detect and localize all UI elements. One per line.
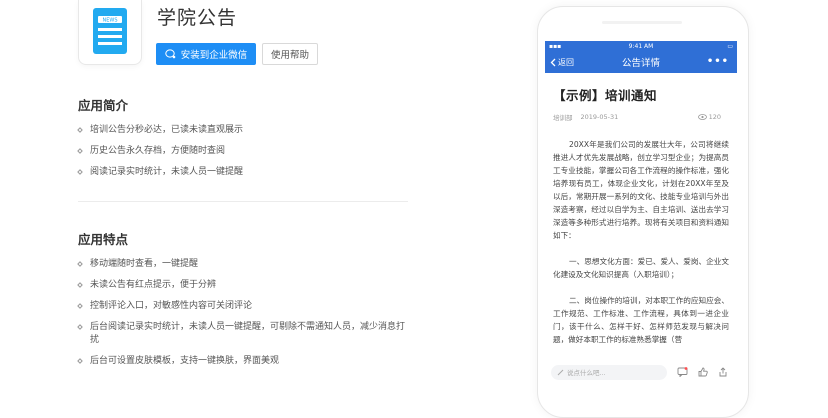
share-icon[interactable]: [718, 367, 728, 377]
back-button[interactable]: 返回: [545, 57, 574, 68]
diamond-bullet-icon: [77, 358, 83, 364]
install-button-label: 安装到企业微信: [180, 50, 248, 61]
section-divider: [78, 201, 408, 202]
diamond-bullet-icon: [77, 169, 83, 175]
article-dept: 培训部: [553, 114, 573, 122]
intro-list: 培训公告分秒必达，已读未读直观展示 历史公告永久存档，方便随时查阅 阅读记录实时…: [77, 124, 408, 187]
article-paragraph: 二、岗位操作的培训，对本职工作的应知应会、工作规范、工作标准、工作流程，具体到一…: [553, 296, 729, 344]
comment-input[interactable]: 说点什么吧...: [551, 364, 667, 380]
article-title: 【示例】培训通知: [553, 88, 658, 103]
comment-placeholder: 说点什么吧...: [567, 369, 606, 377]
pencil-icon: [557, 369, 564, 375]
list-item: 控制评论入口，对敏感性内容可关闭评论: [77, 300, 408, 313]
diamond-bullet-icon: [77, 303, 83, 309]
list-item: 历史公告永久存档，方便随时查阅: [77, 145, 408, 158]
eye-icon: [697, 114, 707, 120]
help-button[interactable]: 使用帮助: [262, 43, 318, 65]
wecom-chat-icon: [165, 49, 176, 59]
list-item: 未读公告有红点提示，便于分辨: [77, 279, 408, 292]
comment-icon[interactable]: [677, 367, 688, 377]
view-count: 120: [697, 113, 729, 121]
diamond-bullet-icon: [77, 148, 83, 154]
intro-heading: 应用简介: [78, 98, 129, 113]
nav-bar: 返回 公告详情 •••: [545, 51, 737, 73]
comment-bar: 说点什么吧...: [545, 359, 737, 385]
list-item: 阅读记录实时统计，未读人员一键提醒: [77, 166, 408, 179]
news-document-icon: NEWS: [93, 8, 127, 54]
like-icon[interactable]: [698, 367, 708, 377]
features-heading: 应用特点: [78, 232, 129, 247]
diamond-bullet-icon: [77, 261, 83, 267]
diamond-bullet-icon: [77, 127, 83, 133]
more-icon[interactable]: •••: [707, 56, 729, 67]
list-item: 移动端随时查看，一键提醒: [77, 258, 408, 271]
list-item: 培训公告分秒必达，已读未读直观展示: [77, 124, 408, 137]
status-time: 9:41 AM: [628, 42, 654, 50]
diamond-bullet-icon: [77, 282, 83, 288]
phone-speaker: [602, 21, 682, 24]
app-icon: NEWS: [78, 0, 142, 65]
chevron-left-icon: [550, 58, 556, 66]
svg-text:NEWS: NEWS: [102, 18, 117, 24]
install-to-wecom-button[interactable]: 安装到企业微信: [156, 43, 256, 65]
article-meta: 培训部 2019-05-31 120: [553, 112, 729, 122]
features-list: 移动端随时查看，一键提醒 未读公告有红点提示，便于分辨 控制评论入口，对敏感性内…: [77, 258, 408, 376]
view-count-value: 120: [708, 113, 721, 121]
list-item: 后台可设置皮肤模板，支持一键换肤，界面美观: [77, 355, 408, 368]
article-paragraph: 20XX年是我们公司的发展壮大年，公司将继续推进人才优先发展战略，创立学习型企业…: [553, 140, 729, 240]
article-paragraph: 一、思想文化方面：爱已、爱人、爱岗、企业文化建设及文化知识提高（入职培训）；: [553, 257, 729, 279]
article: 【示例】培训通知 培训部 2019-05-31 120 20XX年是我们公司的发…: [545, 85, 737, 346]
article-date: 2019-05-31: [580, 113, 619, 121]
phone-screen: ▪▪▪ 9:41 AM ▭ 返回 公告详情 ••• 【示例】培训通知 培训部 2…: [545, 41, 737, 401]
diamond-bullet-icon: [77, 324, 83, 330]
status-bar: ▪▪▪ 9:41 AM ▭: [545, 41, 737, 51]
app-title: 学院公告: [157, 7, 238, 29]
back-label: 返回: [558, 57, 574, 67]
list-item: 后台阅读记录实时统计，未读人员一键提醒，可剔除不需通知人员，减少消息打扰: [77, 321, 408, 347]
